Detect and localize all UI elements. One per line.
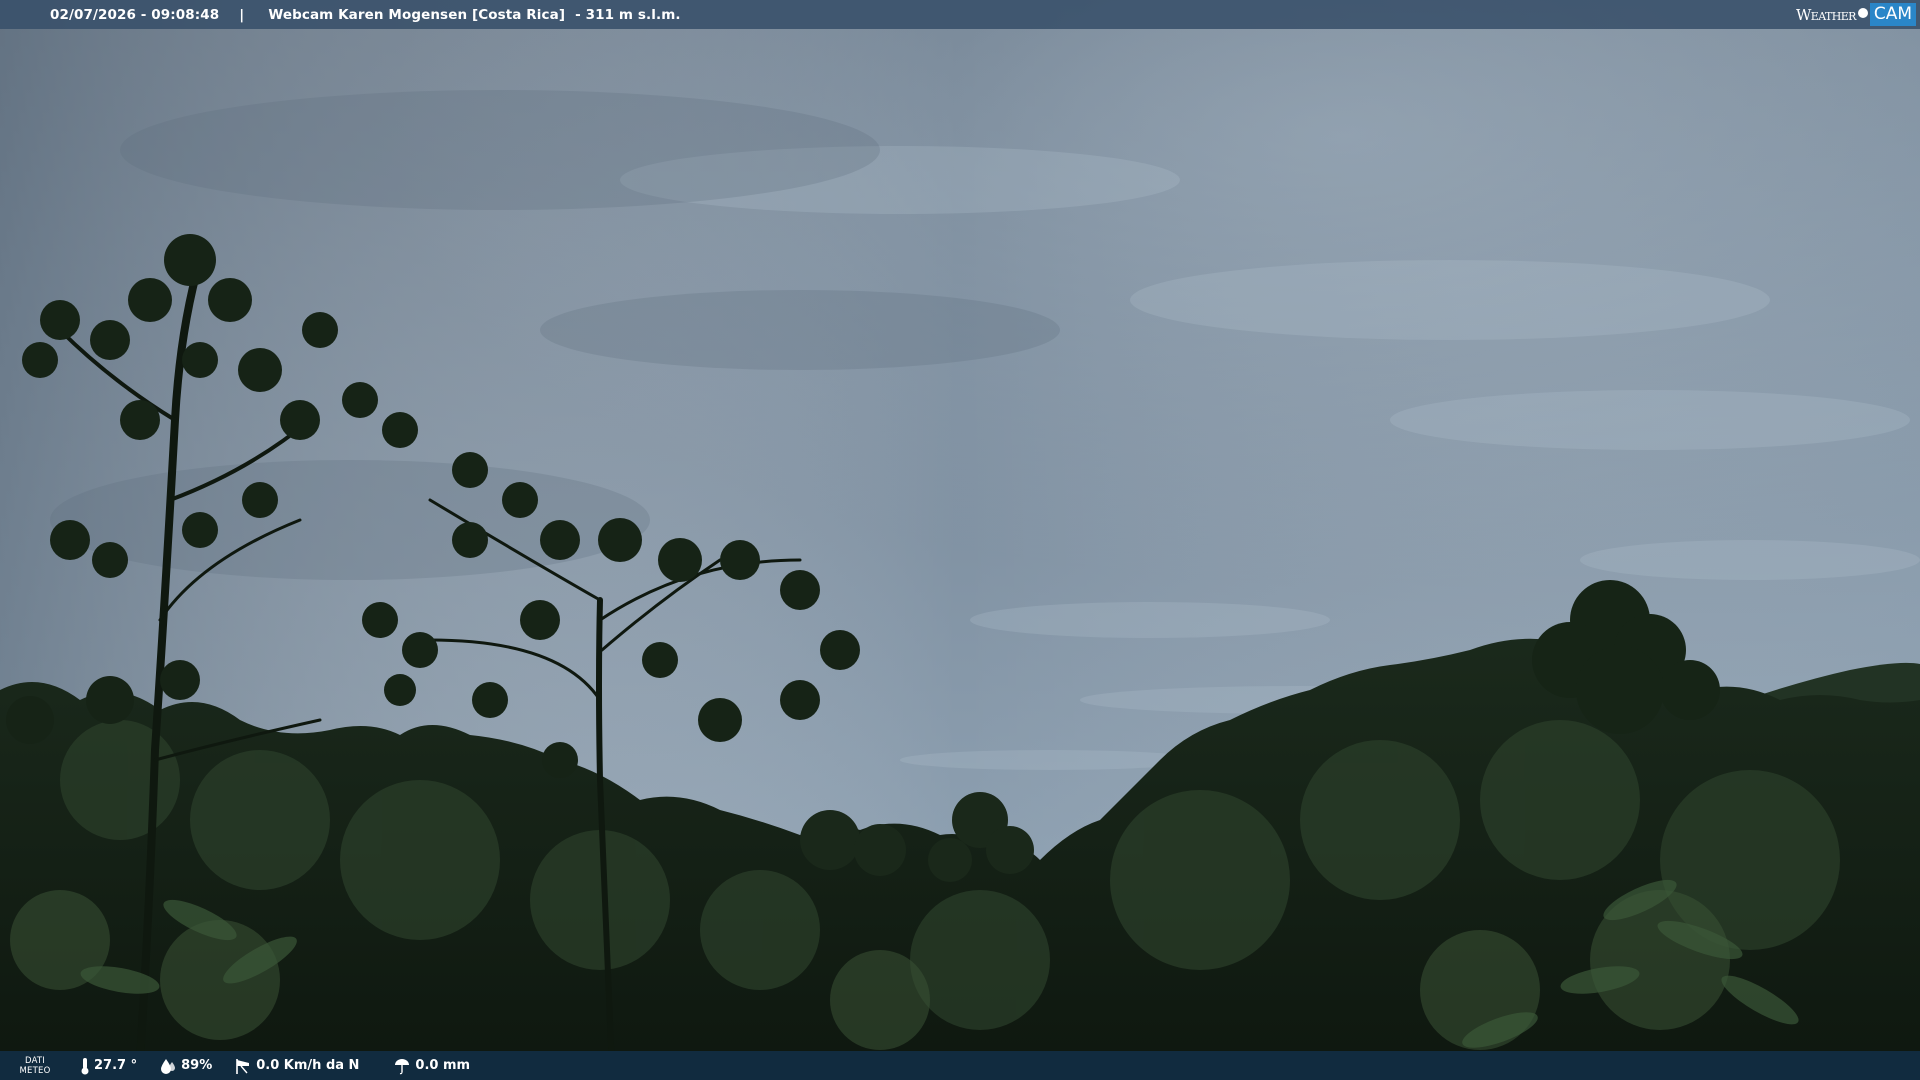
webcam-header-bar: 02/07/2026 - 09:08:48 | Webcam Karen Mog…	[0, 0, 1920, 29]
datetime-stamp: 02/07/2026 - 09:08:48	[50, 6, 220, 23]
weathercam-logo: Weather CAM	[1796, 3, 1916, 26]
temperature-value: 27.7 °	[94, 1058, 138, 1073]
humidity-drop-icon	[161, 1058, 176, 1074]
wind-value: 0.0 Km/h da N	[256, 1058, 360, 1073]
weather-label-line2: METEO	[19, 1065, 51, 1076]
wind-sock-icon	[236, 1058, 250, 1074]
weather-label-line1: DATI	[24, 1055, 46, 1066]
webcam-frame: 02/07/2026 - 09:08:48 | Webcam Karen Mog…	[0, 0, 1920, 1080]
temperature-stat: 27.7 °	[80, 1057, 137, 1075]
logo-dot-icon	[1857, 7, 1868, 18]
webcam-title: Webcam Karen Mogensen [Costa Rica]	[268, 6, 566, 23]
thermometer-icon	[81, 1057, 89, 1074]
weather-data-label: DATI METEO	[12, 1056, 58, 1076]
weather-data-bar: DATI METEO 27.7 ° 89% 0.0 Km/h da N 0.0 …	[0, 1051, 1920, 1080]
rain-stat: 0.0 mm	[393, 1057, 470, 1075]
logo-word-cam: CAM	[1869, 3, 1916, 26]
humidity-value: 89%	[181, 1058, 213, 1073]
rain-value: 0.0 mm	[415, 1058, 471, 1073]
header-separator: |	[239, 6, 245, 23]
wind-stat: 0.0 Km/h da N	[234, 1057, 359, 1075]
humidity-stat: 89%	[159, 1057, 212, 1075]
webcam-image	[0, 0, 1920, 1080]
altitude-label: - 311 m s.l.m.	[575, 6, 681, 23]
logo-word-weather: Weather	[1795, 5, 1856, 24]
rain-umbrella-icon	[395, 1058, 410, 1074]
